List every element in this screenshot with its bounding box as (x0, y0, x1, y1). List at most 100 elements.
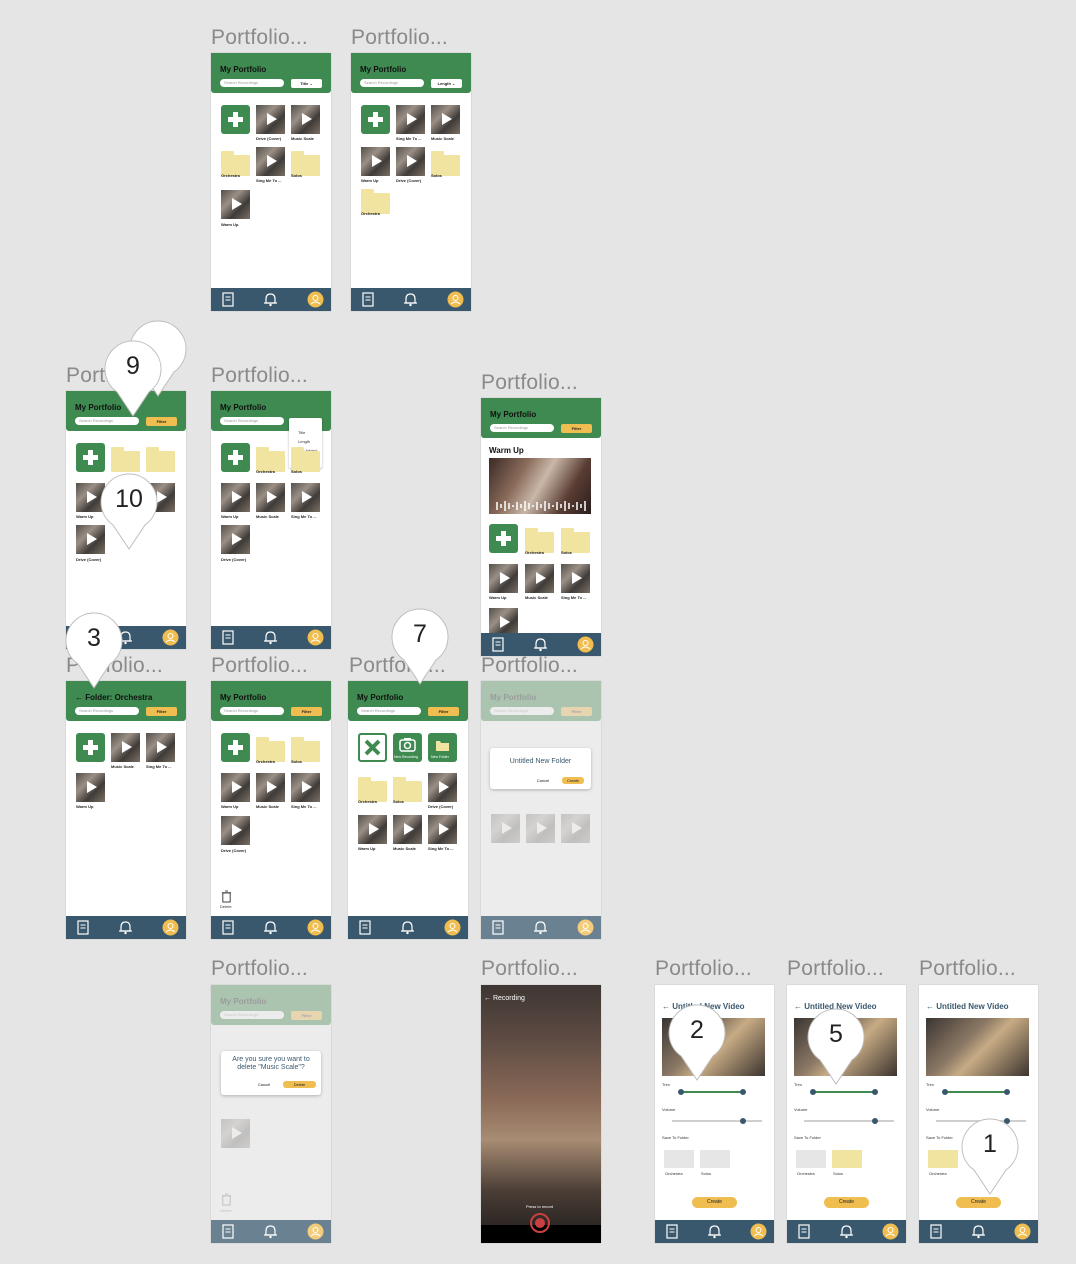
portfolio-icon[interactable] (357, 919, 374, 936)
video-thumbnail[interactable] (428, 773, 457, 802)
search-input[interactable]: Search Recordings (490, 424, 554, 432)
search-input[interactable]: Search Recordings (75, 417, 139, 425)
new-folder-button[interactable]: New Folder (428, 733, 457, 762)
create-button[interactable]: Create (956, 1197, 1001, 1208)
trim-end-handle[interactable] (740, 1089, 746, 1095)
comment-pin[interactable]: 10 (98, 473, 160, 551)
sort-dropdown[interactable]: Length ⌄ (431, 79, 462, 88)
video-thumbnail[interactable] (431, 105, 460, 134)
search-input[interactable]: Search Recordings (360, 79, 424, 87)
create-button[interactable]: Create (692, 1197, 737, 1208)
filter-button[interactable]: Filter (561, 424, 592, 433)
volume-slider[interactable] (672, 1120, 762, 1122)
filter-button[interactable]: Filter (291, 707, 322, 716)
bell-icon[interactable] (262, 919, 279, 936)
portfolio-icon[interactable] (664, 1223, 681, 1240)
dialog-title[interactable]: Untitled New Folder (490, 757, 591, 766)
dropdown-option[interactable]: Title (298, 430, 305, 435)
video-thumbnail[interactable] (76, 773, 105, 802)
video-thumbnail[interactable] (396, 105, 425, 134)
profile-icon[interactable] (307, 629, 324, 646)
add-button[interactable] (221, 733, 250, 762)
profile-icon[interactable] (307, 919, 324, 936)
comment-pin[interactable]: 7 (389, 608, 451, 686)
video-thumbnail[interactable] (256, 483, 285, 512)
folder[interactable] (146, 447, 175, 472)
create-button[interactable]: Create (562, 777, 584, 784)
add-button[interactable] (361, 105, 390, 134)
video-thumbnail[interactable] (111, 733, 140, 762)
folder-option-selected[interactable] (928, 1150, 958, 1168)
trim-start-handle[interactable] (942, 1089, 948, 1095)
cancel-button[interactable]: Cancel (532, 777, 554, 784)
portfolio-icon[interactable] (360, 291, 377, 308)
add-button[interactable] (489, 524, 518, 553)
video-preview[interactable] (926, 1018, 1029, 1076)
profile-icon[interactable] (444, 919, 461, 936)
bell-icon[interactable] (970, 1223, 987, 1240)
confirm-delete-button[interactable]: Delete (283, 1081, 316, 1088)
bell-icon[interactable] (399, 919, 416, 936)
trim-start-handle[interactable] (810, 1089, 816, 1095)
filter-button[interactable]: Filter (146, 417, 177, 426)
profile-icon[interactable] (1014, 1223, 1031, 1240)
video-thumbnail[interactable] (358, 815, 387, 844)
back-arrow-icon[interactable]: ← (794, 1002, 804, 1011)
video-thumbnail[interactable] (291, 105, 320, 134)
cancel-button[interactable]: Cancel (253, 1081, 275, 1088)
video-thumbnail[interactable] (489, 564, 518, 593)
trim-end-handle[interactable] (872, 1089, 878, 1095)
create-button[interactable]: Create (824, 1197, 869, 1208)
profile-icon[interactable] (162, 919, 179, 936)
add-button[interactable] (76, 733, 105, 762)
portfolio-icon[interactable] (928, 1223, 945, 1240)
trim-slider[interactable] (945, 1091, 1007, 1093)
comment-pin[interactable]: 5 (805, 1008, 867, 1086)
comment-pin[interactable]: 2 (666, 1004, 728, 1082)
video-thumbnail[interactable] (256, 147, 285, 176)
bell-icon[interactable] (838, 1223, 855, 1240)
video-thumbnail[interactable] (525, 564, 554, 593)
add-button[interactable] (221, 443, 250, 472)
back-arrow-icon[interactable]: ← (75, 693, 85, 702)
video-thumbnail[interactable] (428, 815, 457, 844)
search-input[interactable]: Search Recordings (220, 79, 284, 87)
portfolio-icon[interactable] (220, 919, 237, 936)
portfolio-icon[interactable] (490, 919, 507, 936)
search-input[interactable]: Search Recordings (357, 707, 421, 715)
comment-pin[interactable]: 9 (102, 340, 164, 418)
modal-overlay[interactable] (481, 681, 601, 916)
sort-dropdown[interactable]: Title ⌄ (291, 79, 322, 88)
video-thumbnail[interactable] (221, 816, 250, 845)
volume-slider[interactable] (804, 1120, 894, 1122)
video-thumbnail[interactable] (221, 190, 250, 219)
close-button[interactable] (358, 733, 387, 762)
back-arrow-icon[interactable]: ← (484, 995, 493, 1002)
folder-option[interactable] (664, 1150, 694, 1168)
profile-icon[interactable] (447, 291, 464, 308)
video-thumbnail[interactable] (221, 525, 250, 554)
search-input[interactable]: Search Recordings (220, 417, 284, 425)
video-thumbnail[interactable] (221, 773, 250, 802)
profile-icon[interactable] (577, 919, 594, 936)
comment-pin[interactable]: 1 (959, 1118, 1021, 1196)
back-arrow-icon[interactable]: ← (926, 1002, 936, 1011)
modal-overlay[interactable] (211, 985, 331, 1220)
bell-icon[interactable] (262, 629, 279, 646)
bell-icon[interactable] (117, 919, 134, 936)
new-recording-button[interactable]: New Recording (393, 733, 422, 762)
video-thumbnail[interactable] (393, 815, 422, 844)
record-button[interactable] (530, 1213, 550, 1233)
bell-icon[interactable] (402, 291, 419, 308)
folder-option-selected[interactable] (832, 1150, 862, 1168)
profile-icon[interactable] (162, 629, 179, 646)
video-title[interactable]: ← Untitled New Video (926, 1002, 1009, 1011)
volume-handle[interactable] (872, 1118, 878, 1124)
profile-icon[interactable] (750, 1223, 767, 1240)
bell-icon[interactable] (532, 919, 549, 936)
portfolio-icon[interactable] (490, 636, 507, 653)
comment-pin[interactable]: 3 (63, 612, 125, 690)
search-input[interactable]: Search Recordings (220, 707, 284, 715)
bell-icon[interactable] (706, 1223, 723, 1240)
trim-slider[interactable] (681, 1091, 743, 1093)
